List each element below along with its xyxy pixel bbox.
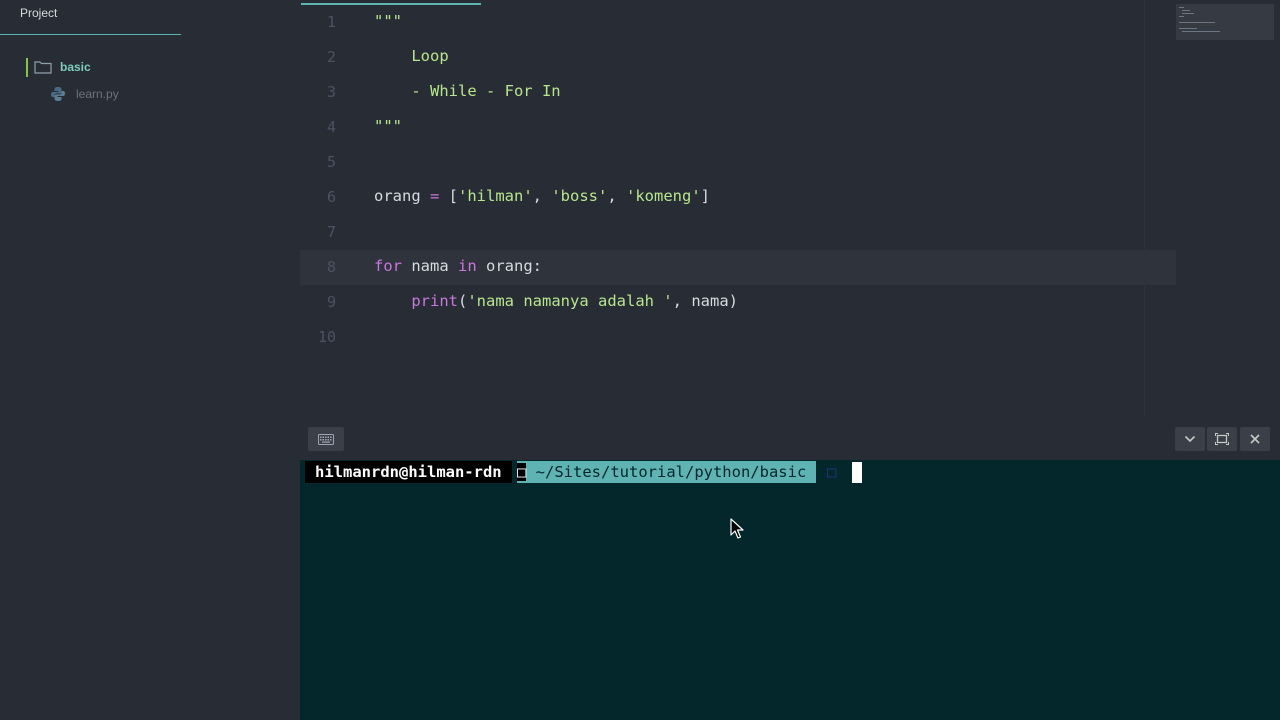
code-line[interactable]: 6 orang = ['hilman', 'boss', 'komeng']	[300, 180, 1176, 215]
code-token: orang	[374, 187, 430, 205]
close-icon	[1250, 434, 1260, 444]
code-line[interactable]: 8 for nama in orang:	[300, 250, 1176, 285]
code-line[interactable]: 10	[300, 320, 1176, 355]
code-text: """	[374, 12, 402, 30]
code-token: print	[411, 292, 458, 310]
terminal-panel[interactable]: hilmanrdn@hilman-rdn □ ~/Sites/tutorial/…	[300, 460, 1280, 720]
code-line[interactable]: 3 - While - For In	[300, 75, 1176, 110]
keyboard-button[interactable]	[308, 427, 344, 451]
chevron-down-icon	[1184, 435, 1196, 443]
code-token: , nama)	[672, 292, 738, 310]
minimap[interactable]	[1176, 4, 1274, 40]
code-token: """	[374, 117, 402, 135]
code-token: 'nama namanya adalah '	[467, 292, 673, 310]
selection-indicator	[26, 58, 28, 77]
code-token: - While - For In	[374, 82, 561, 100]
line-number: 8	[326, 258, 336, 276]
code-editor[interactable]: 1 """ 2 Loop 3 - While - For In 4 """ 5 6 orang …	[300, 0, 1280, 420]
code-line[interactable]: 1 """	[300, 5, 1176, 40]
hide-terminal-button[interactable]	[1175, 427, 1205, 451]
project-sidebar: Project basic learn.py	[0, 0, 300, 720]
code-token: 'hilman'	[458, 187, 533, 205]
project-panel-title: Project	[20, 6, 58, 20]
python-file-icon	[51, 87, 65, 101]
maximize-icon	[1215, 433, 1229, 445]
code-token: [	[439, 187, 459, 205]
folder-label: basic	[60, 60, 91, 74]
prompt-separator: □	[517, 463, 527, 481]
code-token: Loop	[374, 47, 449, 65]
code-token: nama	[402, 257, 458, 275]
keyboard-icon	[318, 433, 334, 445]
code-text: Loop	[374, 47, 449, 65]
maximize-terminal-button[interactable]	[1207, 427, 1237, 451]
line-number: 4	[326, 118, 336, 136]
terminal-cursor	[852, 462, 862, 483]
prompt-path: ~/Sites/tutorial/python/basic	[526, 463, 807, 481]
code-line[interactable]: 5	[300, 145, 1176, 180]
prompt-user-host: hilmanrdn@hilman-rdn	[305, 461, 512, 483]
code-token: """	[374, 12, 402, 30]
code-line[interactable]: 7	[300, 215, 1176, 250]
prompt-end-glyph: □	[827, 463, 837, 481]
code-token: orang:	[476, 257, 542, 275]
file-label: learn.py	[76, 87, 119, 101]
code-line[interactable]: 4 """	[300, 110, 1176, 145]
tree-file-learn-py[interactable]: learn.py	[48, 85, 248, 103]
prompt-path-segment: □ ~/Sites/tutorial/python/basic	[517, 461, 817, 483]
line-number: 7	[326, 223, 336, 241]
close-terminal-button[interactable]	[1240, 427, 1270, 451]
code-text: orang = ['hilman', 'boss', 'komeng']	[374, 187, 710, 205]
mouse-pointer-icon	[730, 518, 744, 539]
code-text: print('nama namanya adalah ', nama)	[374, 292, 738, 310]
folder-icon	[34, 61, 52, 74]
line-number: 6	[326, 188, 336, 206]
line-number: 10	[317, 328, 336, 346]
wrap-guide	[1144, 0, 1145, 416]
project-panel-tab[interactable]: Project	[0, 0, 181, 35]
code-token: ,	[607, 187, 627, 205]
tree-folder-basic[interactable]: basic	[24, 58, 224, 77]
terminal-toolbar	[300, 420, 1280, 460]
code-token: =	[430, 187, 440, 205]
code-text: - While - For In	[374, 82, 561, 100]
code-token: (	[458, 292, 468, 310]
line-number: 5	[326, 153, 336, 171]
code-token: ]	[700, 187, 711, 205]
code-token: in	[458, 257, 477, 275]
code-token: 'komeng'	[626, 187, 701, 205]
code-line[interactable]: 2 Loop	[300, 40, 1176, 75]
line-number: 2	[326, 48, 336, 66]
line-number: 3	[326, 83, 336, 101]
line-number: 1	[326, 13, 336, 31]
code-token: for	[374, 257, 402, 275]
code-token: 'boss'	[551, 187, 608, 205]
code-text: for nama in orang:	[374, 257, 542, 275]
code-text: """	[374, 117, 402, 135]
line-number: 9	[326, 293, 336, 311]
code-line[interactable]: 9 print('nama namanya adalah ', nama)	[300, 285, 1176, 320]
code-token: ,	[532, 187, 552, 205]
